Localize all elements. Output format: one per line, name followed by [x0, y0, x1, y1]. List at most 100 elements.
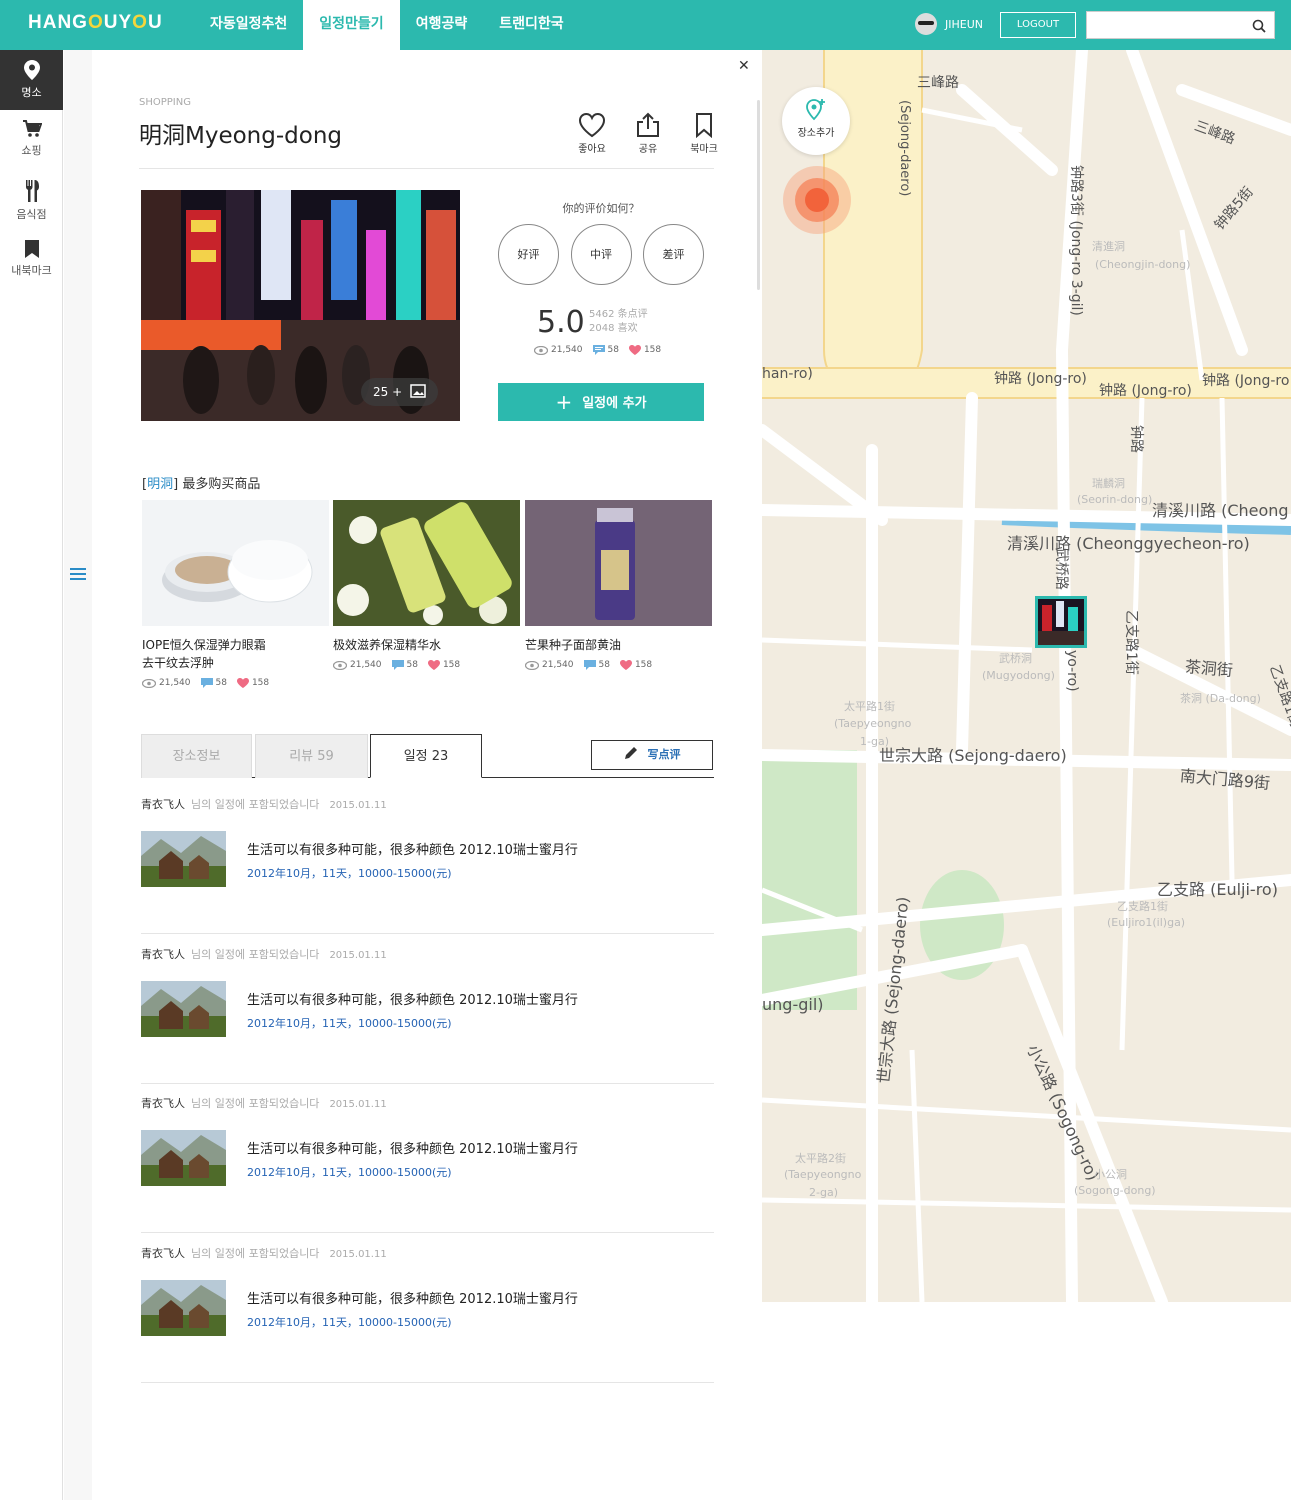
schedule-user[interactable]: 青衣飞人: [141, 1097, 185, 1110]
place-detail-panel: ✕ SHOPPING 明洞Myeong-dong 좋아요 공유 북마크 25 +…: [92, 50, 762, 1500]
map-label: (Taepyeongno: [784, 1168, 862, 1181]
product-image[interactable]: [142, 500, 329, 626]
tab-place-info[interactable]: 장소정보: [141, 734, 252, 778]
schedule-item[interactable]: 青衣飞人 님의 일정에 포함되었습니다 2015.01.11 生活可以有很多种可能，…: [141, 1233, 714, 1383]
schedule-date: 2015.01.11: [329, 950, 387, 961]
schedule-item[interactable]: 青衣飞人 님의 일정에 포함되었습니다 2015.01.11 生活可以有很多种可能，…: [141, 1083, 714, 1233]
map-view[interactable]: 장소추가 (Sejong-daero) 三峰路 三峰路 钟路5街 钟路3街 (J…: [762, 50, 1291, 1302]
view-count: 21,540: [350, 660, 382, 670]
map-label: 钟路 (Jong-ro: [1202, 373, 1290, 389]
nav-auto-schedule[interactable]: 자동일정추천: [194, 0, 303, 50]
product-card[interactable]: 芒果种子面部黄油 21,540 58 158: [525, 500, 712, 670]
place-marker[interactable]: [1035, 596, 1087, 648]
place-photo[interactable]: 25 +: [141, 190, 460, 421]
rate-good-button[interactable]: 好评: [498, 224, 559, 285]
rating-counts: 5462 条点评 2048 喜欢: [589, 308, 648, 336]
schedule-thumbnail[interactable]: [141, 831, 226, 887]
schedule-item[interactable]: 青衣飞人 님의 일정에 포함되었습니다 2015.01.11 生活可以有很多种可能，…: [141, 934, 714, 1084]
logo-text: HANG: [28, 12, 88, 33]
product-card[interactable]: 极效滋养保湿精华水 21,540 58 158: [333, 500, 520, 670]
schedule-meta: 2012年10月，11天，10000-15000(元): [247, 1316, 452, 1329]
map-label: 茶洞 (Da-dong): [1180, 692, 1261, 705]
schedule-title[interactable]: 生活可以有很多种可能，很多种颜色 2012.10瑞士蜜月行: [247, 1138, 578, 1157]
panel-toggle-strip: [64, 50, 92, 1500]
write-review-button[interactable]: 写点评: [591, 740, 713, 770]
close-icon[interactable]: ✕: [738, 58, 750, 74]
map-label: 清溪川路 (Cheong: [1152, 501, 1289, 520]
tab-schedules[interactable]: 일정 23: [370, 734, 482, 778]
search-input[interactable]: [1087, 12, 1237, 38]
sidebar-item-shopping[interactable]: 쇼핑: [0, 110, 63, 170]
schedule-thumbnail[interactable]: [141, 1280, 226, 1336]
sidebar-item-restaurants[interactable]: 음식점: [0, 170, 63, 230]
schedule-text: 님의 일정에 포함되었습니다: [191, 948, 320, 961]
best-label: 最多购买商品: [182, 477, 261, 492]
menu-icon[interactable]: [70, 565, 86, 584]
place-category: SHOPPING: [139, 97, 191, 108]
best-keyword[interactable]: 明洞: [147, 477, 173, 492]
schedule-title[interactable]: 生活可以有很多种可能，很多种颜色 2012.10瑞士蜜月行: [247, 1288, 578, 1307]
product-name-line: IOPE恒久保湿弹力眼霜: [142, 638, 266, 652]
logo-text: U: [103, 12, 119, 33]
schedule-date: 2015.01.11: [329, 800, 387, 811]
map-label: 世宗大路 (Sejong-daero): [879, 746, 1067, 765]
review-count: 5462 条点评: [589, 309, 648, 320]
logo[interactable]: HANGOUYOU: [28, 12, 163, 34]
schedule-thumbnail[interactable]: [141, 1130, 226, 1186]
nav-travel-guide[interactable]: 여행공략: [400, 0, 484, 50]
like-label: 좋아요: [578, 144, 606, 155]
tab-label: 일정: [403, 749, 428, 764]
product-image[interactable]: [333, 500, 520, 626]
map-label: 钟路 (Jong-ro): [1099, 383, 1192, 399]
comment-count: 58: [598, 660, 610, 670]
schedule-user[interactable]: 青衣飞人: [141, 1247, 185, 1260]
logo-text: O: [132, 12, 148, 33]
search-icon[interactable]: [1252, 18, 1266, 37]
schedule-date: 2015.01.11: [329, 1249, 387, 1260]
location-pin-icon: [23, 60, 40, 80]
bookmark-button[interactable]: 북마크: [676, 112, 732, 155]
rate-bad-button[interactable]: 差评: [643, 224, 704, 285]
logout-button[interactable]: LOGOUT: [1000, 12, 1076, 38]
user-info[interactable]: JIHEUN: [915, 13, 983, 35]
map-label: 乙支路1街: [1117, 900, 1168, 913]
schedule-meta: 2012年10月，11天，10000-15000(元): [247, 867, 452, 880]
product-name: IOPE恒久保湿弹力眼霜 去干纹去浮肿: [142, 636, 329, 672]
schedule-item[interactable]: 青衣飞人 님의 일정에 포함되었습니다 2015.01.11 生活可以有很多种可能，…: [141, 784, 714, 934]
view-count: 21,540: [551, 345, 583, 355]
sidebar-item-attractions[interactable]: 명소: [0, 50, 63, 110]
map-label: (Cheongjin-dong): [1095, 258, 1191, 271]
schedule-title[interactable]: 生活可以有很多种可能，很多种颜色 2012.10瑞士蜜月行: [247, 839, 578, 858]
nav-trendy-korea[interactable]: 트랜디한국: [483, 0, 579, 50]
nav-make-schedule[interactable]: 일정만들기: [303, 0, 400, 50]
sidebar-item-bookmarks[interactable]: 내북마크: [0, 230, 63, 290]
like-button[interactable]: 좋아요: [564, 112, 620, 155]
photo-count-badge[interactable]: 25 +: [361, 378, 438, 406]
schedule-thumbnail[interactable]: [141, 981, 226, 1037]
tab-reviews[interactable]: 리뷰 59: [255, 734, 368, 778]
share-button[interactable]: 공유: [620, 112, 676, 155]
image-icon: [406, 384, 426, 399]
comment-icon: [592, 345, 605, 355]
view-count: 21,540: [542, 660, 574, 670]
bracket: ]: [173, 477, 179, 492]
like-total: 158: [251, 678, 270, 688]
tab-count: 23: [431, 749, 449, 764]
map-label: (Sogong-dong): [1074, 1184, 1156, 1197]
rate-neutral-button[interactable]: 中评: [570, 224, 632, 285]
map-label: (Seorin-dong): [1077, 493, 1153, 506]
map-label: (Taepyeongno: [834, 717, 912, 730]
schedule-user[interactable]: 青衣飞人: [141, 948, 185, 961]
page-title: 明洞Myeong-dong: [139, 123, 343, 149]
add-to-schedule-button[interactable]: + 일정에 추가: [498, 383, 704, 421]
product-image[interactable]: [525, 500, 712, 626]
bookmark-icon: [696, 113, 712, 138]
map-label: ung-gil): [762, 995, 824, 1014]
scrollbar[interactable]: [757, 100, 760, 290]
add-place-button[interactable]: 장소추가: [782, 87, 850, 155]
schedule-user[interactable]: 青衣飞人: [141, 798, 185, 811]
schedule-title[interactable]: 生活可以有很多种可能，很多种颜色 2012.10瑞士蜜月行: [247, 989, 578, 1008]
like-count: 2048 喜欢: [589, 323, 638, 334]
rating-panel: 你的评价如何？ 好评 中评 差评: [498, 200, 704, 285]
product-card[interactable]: IOPE恒久保湿弹力眼霜 去干纹去浮肿 21,540 58 158: [142, 500, 329, 688]
